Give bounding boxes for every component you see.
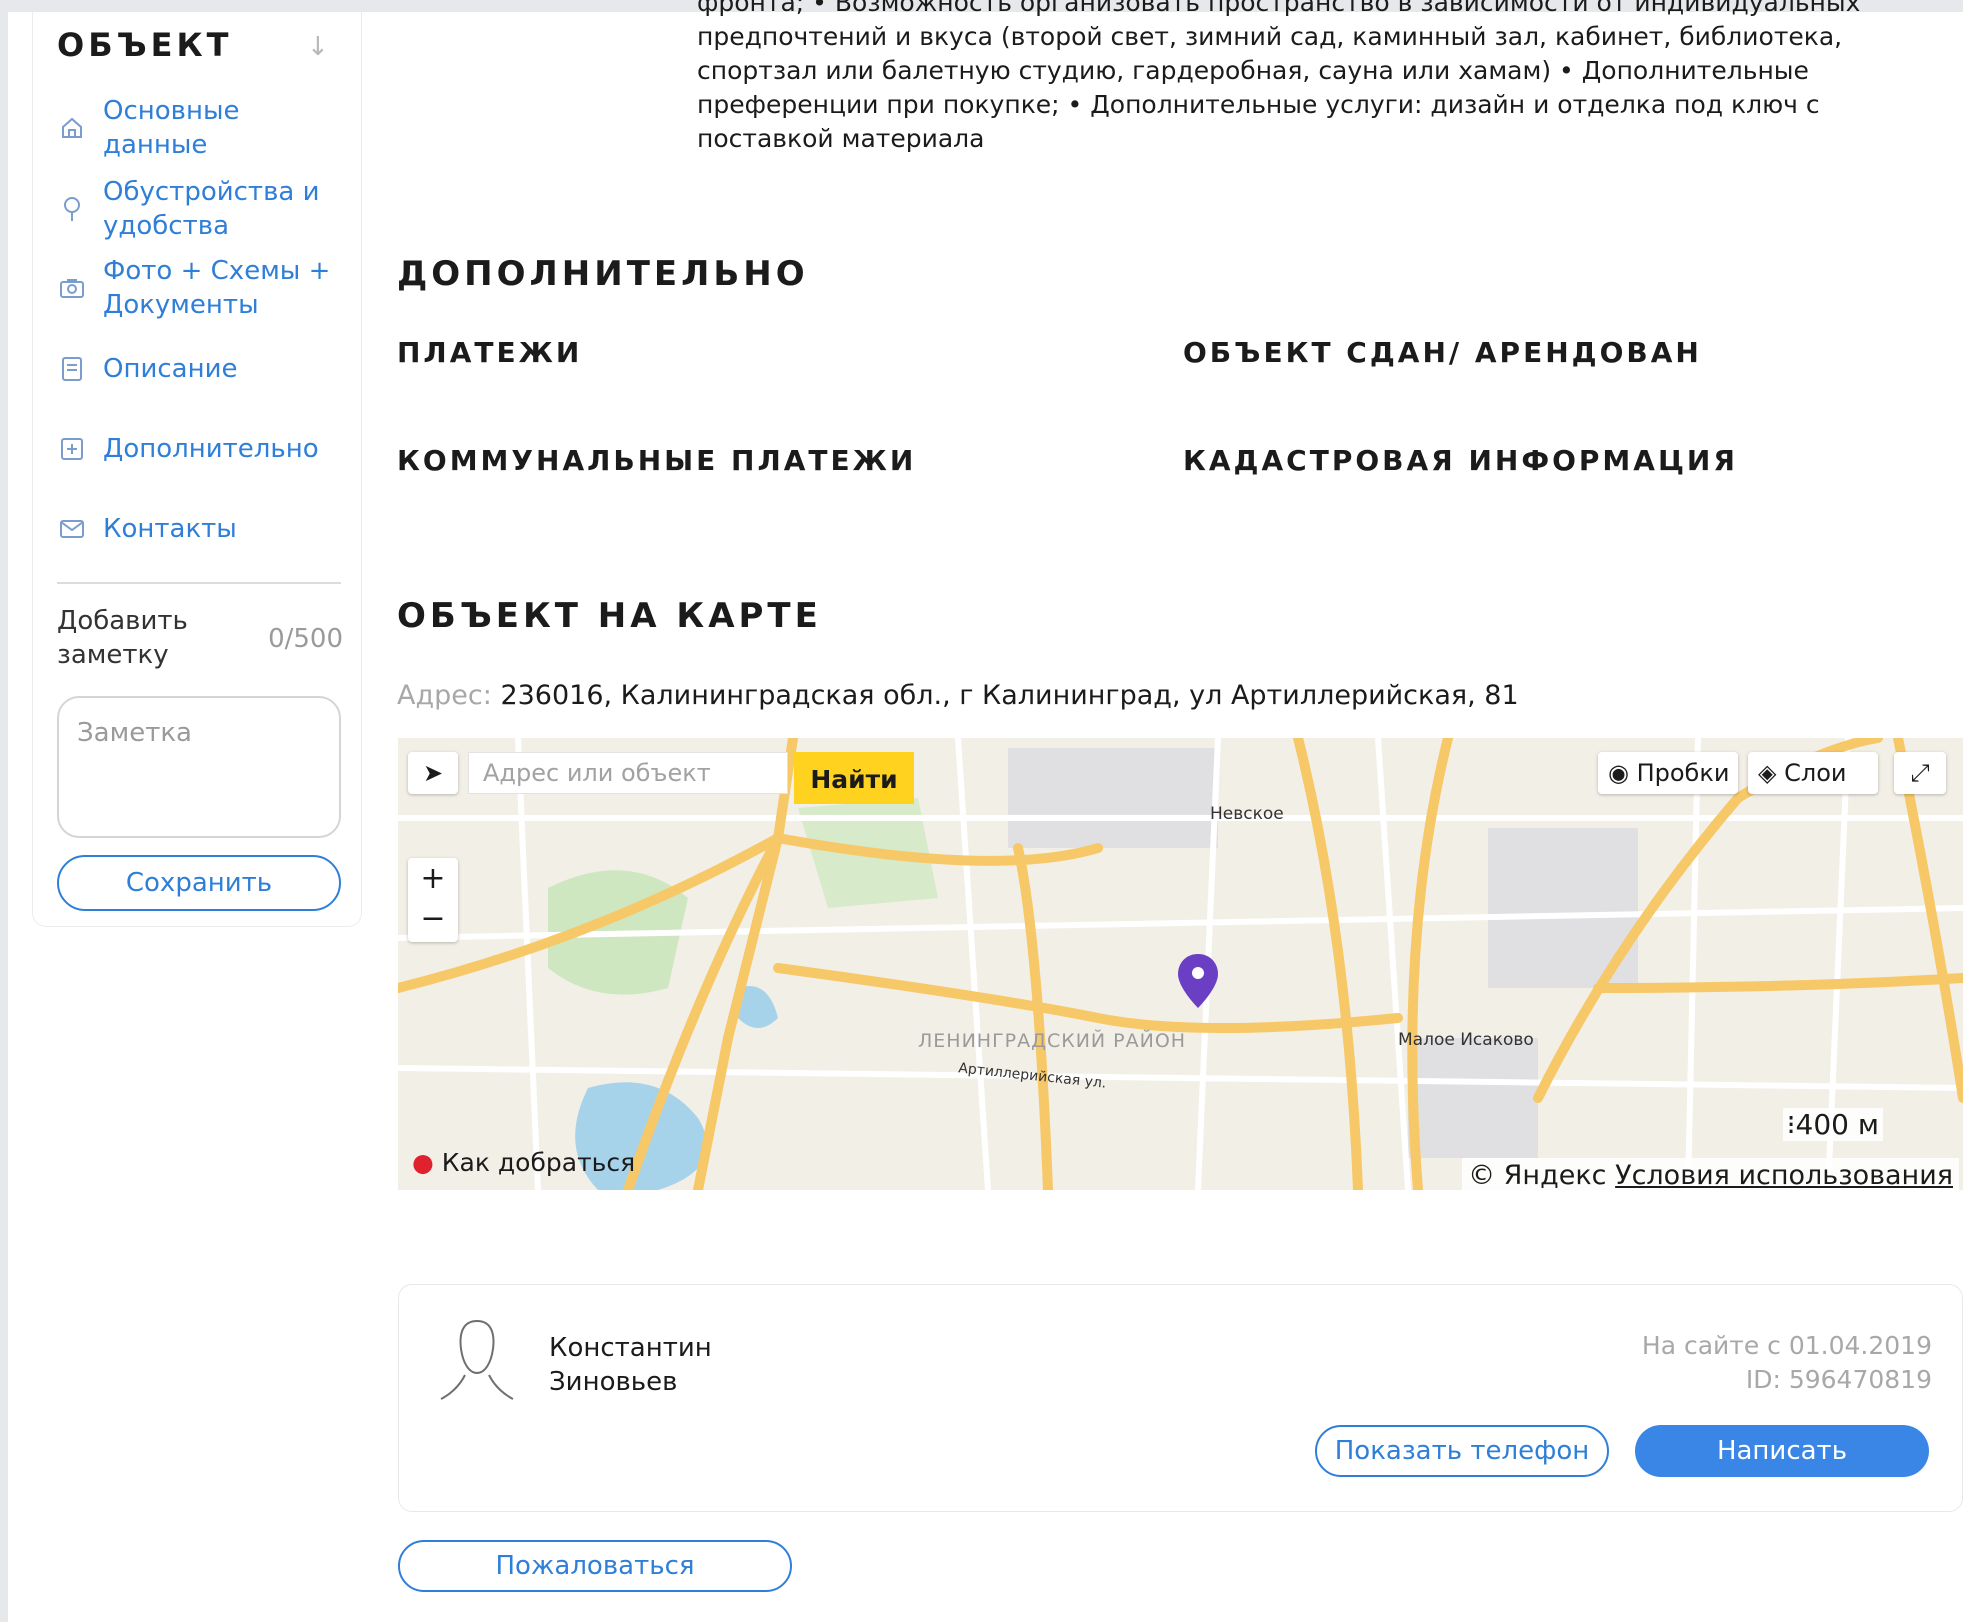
seller-last-name: Зиновьев <box>549 1367 678 1397</box>
sidebar-item-additional[interactable]: Дополнительно <box>57 432 357 466</box>
save-note-button[interactable]: Сохранить <box>57 855 341 911</box>
map-pin-icon[interactable] <box>1176 952 1220 1010</box>
address-line: Адрес: 236016, Калининградская обл., г К… <box>397 680 1519 711</box>
home-icon <box>57 113 87 143</box>
map-search-input[interactable]: Адрес или объект <box>468 752 788 794</box>
sidebar-item-label: данные <box>103 130 208 160</box>
description-line: преференции при покупке; • Дополнительны… <box>697 90 1820 119</box>
traffic-label: Пробки <box>1636 759 1730 787</box>
additional-heading: ДОПОЛНИТЕЛЬНО <box>397 254 809 294</box>
map-widget[interactable]: Невское ЛЕНИНГРАДСКИЙ РАЙОН Малое Исаков… <box>398 738 1963 1190</box>
sidebar-title: ОБЪЕКТ <box>57 26 233 64</box>
fullscreen-icon[interactable]: ⤢ <box>1894 752 1946 794</box>
avatar-icon <box>440 1319 514 1400</box>
sidebar-item-label: Дополнительно <box>103 434 319 464</box>
terms-link[interactable]: Условия использования <box>1615 1160 1953 1190</box>
note-counter: 0/500 <box>268 624 343 654</box>
description-text: фронта; • Возможность организовать прост… <box>697 0 1937 156</box>
route-link[interactable]: ● Как добраться <box>412 1148 635 1177</box>
sidebar-item-contacts[interactable]: Контакты <box>57 512 357 546</box>
map-scale: ⁝400 м <box>1782 1108 1883 1141</box>
write-button[interactable]: Написать <box>1635 1425 1929 1477</box>
map-find-button[interactable]: Найти <box>794 752 914 804</box>
map-copyright: © Яндекс Условия использования <box>1462 1158 1959 1190</box>
note-textarea[interactable]: Заметка <box>57 696 341 838</box>
utilities-heading: КОММУНАЛЬНЫЕ ПЛАТЕЖИ <box>397 444 917 477</box>
map-scale-value: 400 м <box>1795 1108 1879 1141</box>
note-label: Добавить заметку <box>57 604 227 672</box>
map-district-label: ЛЕНИНГРАДСКИЙ РАЙОН <box>918 1030 1187 1052</box>
arrow-down-icon[interactable]: ↓ <box>307 32 329 62</box>
seller-name: Константин Зиновьев <box>549 1331 712 1399</box>
plus-square-icon <box>57 434 87 464</box>
location-pin-icon: ● <box>412 1148 434 1177</box>
layers-label: Слои <box>1784 759 1847 787</box>
seller-card: Константин Зиновьев На сайте с 01.04.201… <box>398 1284 1963 1512</box>
sidebar-item-label: Описание <box>103 354 238 384</box>
object-sidebar: ОБЪЕКТ ↓ Основные данные Обустройства и … <box>32 12 362 927</box>
copyright-text: © Яндекс <box>1468 1160 1607 1190</box>
cadastral-heading: КАДАСТРОВАЯ ИНФОРМАЦИЯ <box>1183 444 1738 477</box>
description-line: фронта; • Возможность организовать прост… <box>697 0 1861 17</box>
note-label-line: Добавить <box>57 606 188 636</box>
description-line: спортзал или балетную студию, гардеробна… <box>697 56 1809 85</box>
sidebar-item-label: Фото + Схемы + <box>103 256 331 286</box>
description-line: поставкой материала <box>697 124 985 153</box>
sidebar-item-label: Основные <box>103 96 240 126</box>
sidebar-divider <box>57 582 341 584</box>
sidebar-item-label: Обустройства и <box>103 177 320 207</box>
sidebar-item-description[interactable]: Описание <box>57 352 357 386</box>
address-value: 236016, Калининградская обл., г Калининг… <box>500 680 1519 711</box>
zoom-in-icon[interactable]: + <box>408 858 458 900</box>
zoom-out-icon[interactable]: − <box>408 900 458 938</box>
camera-icon <box>57 273 87 303</box>
description-line: предпочтений и вкуса (второй свет, зимни… <box>697 22 1843 51</box>
map-place-label: Невское <box>1210 804 1284 824</box>
traffic-button[interactable]: ◉ Пробки <box>1598 752 1738 794</box>
sidebar-item-label: Контакты <box>103 514 237 544</box>
document-icon <box>57 354 87 384</box>
show-phone-button[interactable]: Показать телефон <box>1315 1425 1609 1477</box>
seller-since: На сайте с 01.04.2019 <box>1641 1331 1932 1360</box>
seller-first-name: Константин <box>549 1333 712 1363</box>
sidebar-item-amenities[interactable]: Обустройства и удобства <box>57 175 357 243</box>
note-label-line: заметку <box>57 640 169 670</box>
map-place-label: Малое Исаково <box>1398 1030 1534 1050</box>
sidebar-item-label: Документы <box>103 290 259 320</box>
sidebar-item-photos[interactable]: Фото + Схемы + Документы <box>57 254 357 322</box>
seller-meta: На сайте с 01.04.2019 ID: 596470819 <box>1642 1329 1932 1397</box>
layers-icon: ◈ <box>1758 759 1785 787</box>
traffic-icon: ◉ <box>1608 759 1637 787</box>
geolocation-icon[interactable]: ➤ <box>408 752 458 794</box>
address-label: Адрес: <box>397 680 492 711</box>
map-section-heading: ОБЪЕКТ НА КАРТЕ <box>397 596 822 636</box>
route-label: Как добраться <box>441 1148 636 1177</box>
seller-id: ID: 596470819 <box>1745 1365 1932 1394</box>
rented-heading: ОБЪЕКТ СДАН/ АРЕНДОВАН <box>1183 336 1702 369</box>
mail-icon <box>57 514 87 544</box>
sidebar-item-label: удобства <box>103 211 230 241</box>
sidebar-item-main-data[interactable]: Основные данные <box>57 94 357 162</box>
window-left-edge <box>0 0 8 1622</box>
tree-icon <box>57 194 87 224</box>
zoom-control: + − <box>408 858 458 942</box>
payments-heading: ПЛАТЕЖИ <box>397 336 583 369</box>
complain-button[interactable]: Пожаловаться <box>398 1540 792 1592</box>
layers-button[interactable]: ◈ Слои <box>1748 752 1878 794</box>
